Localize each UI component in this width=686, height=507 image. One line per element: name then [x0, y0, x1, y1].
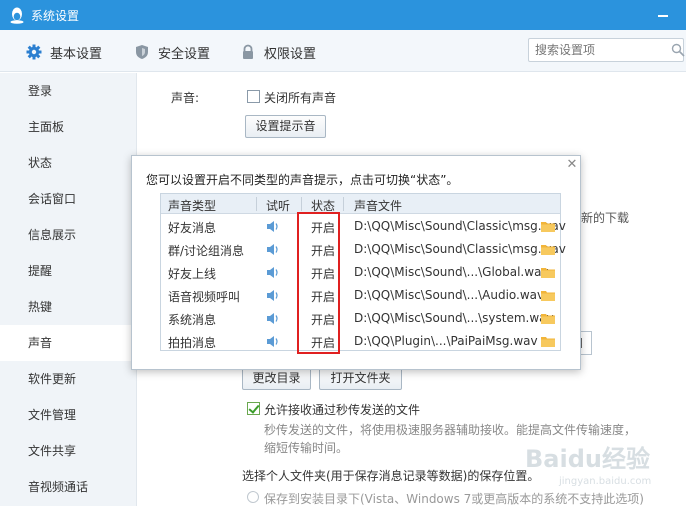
sidebar-item-label: 声音	[28, 336, 53, 350]
open-folder-button[interactable]: 打开文件夹	[319, 367, 402, 390]
gear-icon	[26, 44, 42, 60]
speaker-icon[interactable]	[266, 243, 280, 256]
lock-icon	[243, 44, 253, 59]
dialog-tip: 您可以设置开启不同类型的声音提示，点击可切换“状态”。	[146, 173, 459, 187]
sound-table: 声音类型 试听 状态 声音文件 好友消息 开启 D:\QQ\Misc\Sound…	[160, 193, 566, 353]
sidebar-item-hotkeys[interactable]: 热键	[0, 289, 137, 325]
install-dir-radio-label: 保存到安装目录下(Vista、Windows 7或更高版本的系统不支持此选项)	[264, 492, 644, 506]
sidebar-item-login[interactable]: 登录	[0, 73, 137, 109]
table-row[interactable]: 群/讨论组消息 开启 D:\QQ\Misc\Sound\Classic\msg.…	[161, 238, 566, 261]
sidebar-item-label: 主面板	[28, 120, 65, 134]
shield-icon	[136, 45, 148, 59]
search-box[interactable]	[528, 38, 685, 62]
folder-icon[interactable]	[541, 221, 555, 232]
speaker-icon[interactable]	[266, 312, 280, 325]
sidebar-item-label: 会话窗口	[28, 192, 77, 206]
sound-file-path: D:\QQ\Misc\Sound\...\Audio.wav	[354, 288, 545, 302]
sound-type: 群/讨论组消息	[168, 244, 245, 258]
sidebar-item-label: 信息展示	[28, 228, 77, 242]
mute-all-checkbox[interactable]	[247, 90, 260, 103]
header-sound-type: 声音类型	[168, 199, 217, 213]
sidebar-item-info-display[interactable]: 信息展示	[0, 217, 137, 253]
sound-settings-dialog: ✕ 您可以设置开启不同类型的声音提示，点击可切换“状态”。 声音类型 试听 状态…	[131, 155, 581, 370]
folder-icon[interactable]	[541, 267, 555, 278]
sidebar-item-label: 文件共享	[28, 444, 77, 458]
folder-icon[interactable]	[541, 244, 555, 255]
tab-permission-settings[interactable]: 权限设置	[240, 42, 316, 62]
folder-icon[interactable]	[541, 313, 555, 324]
speaker-icon[interactable]	[266, 220, 280, 233]
personal-folder-title: 选择个人文件夹(用于保存消息记录等数据)的保存位置。	[242, 469, 540, 483]
sidebar-item-av-calls[interactable]: 音视频通话	[0, 469, 137, 505]
speaker-icon[interactable]	[266, 266, 280, 279]
status-column-highlight	[297, 212, 340, 354]
header-separator	[256, 197, 257, 211]
close-icon[interactable]: ✕	[566, 158, 578, 172]
sound-type: 拍拍消息	[168, 336, 217, 350]
allow-instant-transfer-label: 允许接收通过秒传发送的文件	[264, 403, 421, 417]
table-row[interactable]: 系统消息 开启 D:\QQ\Misc\Sound\...\system.wav	[161, 307, 560, 330]
download-text-fragment: 新的下载	[581, 211, 630, 225]
sidebar-item-file-sharing[interactable]: 文件共享	[0, 433, 137, 469]
tab-label: 权限设置	[264, 46, 317, 62]
sound-type: 好友上线	[168, 267, 217, 281]
sound-file-path: D:\QQ\Misc\Sound\Classic\msg.wav	[354, 242, 566, 256]
sidebar-item-label: 热键	[28, 300, 53, 314]
table-row[interactable]: 好友消息 开启 D:\QQ\Misc\Sound\Classic\msg.wav	[161, 215, 566, 238]
header-separator	[343, 197, 344, 211]
tab-label: 安全设置	[158, 46, 211, 62]
speaker-icon[interactable]	[266, 289, 280, 302]
sidebar-item-chat-window[interactable]: 会话窗口	[0, 181, 137, 217]
table-header: 声音类型 试听 状态 声音文件	[161, 194, 560, 214]
sound-file-path: D:\QQ\Misc\Sound\...\Global.wav	[354, 265, 549, 279]
qq-penguin-icon	[10, 7, 24, 24]
table-row[interactable]: 拍拍消息 开启 D:\QQ\Plugin\...\PaiPaiMsg.wav	[161, 330, 560, 353]
title-bar: 系统设置	[0, 0, 686, 30]
header-listen: 试听	[266, 199, 291, 213]
sound-type: 好友消息	[168, 221, 217, 235]
search-icon[interactable]	[671, 43, 685, 57]
sidebar-item-software-update[interactable]: 软件更新	[0, 361, 137, 397]
baidu-jingyan-watermark: Baidu经验 jingyan.baidu.com	[525, 445, 651, 487]
sound-file-path: D:\QQ\Plugin\...\PaiPaiMsg.wav	[354, 334, 538, 348]
sidebar-item-reminders[interactable]: 提醒	[0, 253, 137, 289]
watermark-text: Baidu经验	[525, 445, 650, 473]
window-title: 系统设置	[31, 9, 80, 23]
tab-bar: 基本设置 安全设置 权限设置	[0, 30, 686, 72]
sound-type: 系统消息	[168, 313, 217, 327]
tab-label: 基本设置	[50, 46, 103, 62]
sidebar-item-label: 音视频通话	[28, 480, 89, 494]
mute-all-label: 关闭所有声音	[264, 91, 337, 105]
header-sound-file: 声音文件	[354, 199, 403, 213]
install-dir-radio[interactable]	[247, 491, 259, 503]
sidebar-item-sound[interactable]: 声音	[0, 325, 137, 361]
change-directory-button[interactable]: 更改目录	[242, 367, 311, 390]
sidebar-item-label: 状态	[28, 156, 53, 170]
watermark-subtext: jingyan.baidu.com	[558, 476, 651, 487]
set-notification-sound-button[interactable]: 设置提示音	[245, 115, 326, 138]
search-input[interactable]	[535, 42, 661, 58]
sound-file-path: D:\QQ\Misc\Sound\Classic\msg.wav	[354, 219, 566, 233]
sound-section-label: 声音:	[171, 91, 200, 105]
table-row[interactable]: 好友上线 开启 D:\QQ\Misc\Sound\...\Global.wav	[161, 261, 560, 284]
folder-icon[interactable]	[541, 290, 555, 301]
tab-basic-settings[interactable]: 基本设置	[26, 42, 102, 62]
sound-type: 语音视频呼叫	[168, 290, 241, 304]
speaker-icon[interactable]	[266, 335, 280, 348]
table-row[interactable]: 语音视频呼叫 开启 D:\QQ\Misc\Sound\...\Audio.wav	[161, 284, 560, 307]
sidebar-item-label: 软件更新	[28, 372, 77, 386]
sidebar-item-main-panel[interactable]: 主面板	[0, 109, 137, 145]
sidebar-item-label: 提醒	[28, 264, 53, 278]
sidebar-item-file-management[interactable]: 文件管理	[0, 397, 137, 433]
sidebar: 登录 主面板 状态 会话窗口 信息展示 提醒 热键 声音 软件更新 文件管理 文…	[0, 73, 137, 506]
header-separator	[301, 197, 302, 211]
sound-file-path: D:\QQ\Misc\Sound\...\system.wav	[354, 311, 554, 325]
minimize-button[interactable]	[656, 8, 670, 22]
allow-instant-transfer-checkbox[interactable]	[247, 402, 260, 415]
sidebar-item-label: 登录	[28, 84, 53, 98]
folder-icon[interactable]	[541, 336, 555, 347]
sidebar-item-label: 文件管理	[28, 408, 77, 422]
tab-security-settings[interactable]: 安全设置	[134, 42, 210, 62]
sidebar-item-status[interactable]: 状态	[0, 145, 137, 181]
